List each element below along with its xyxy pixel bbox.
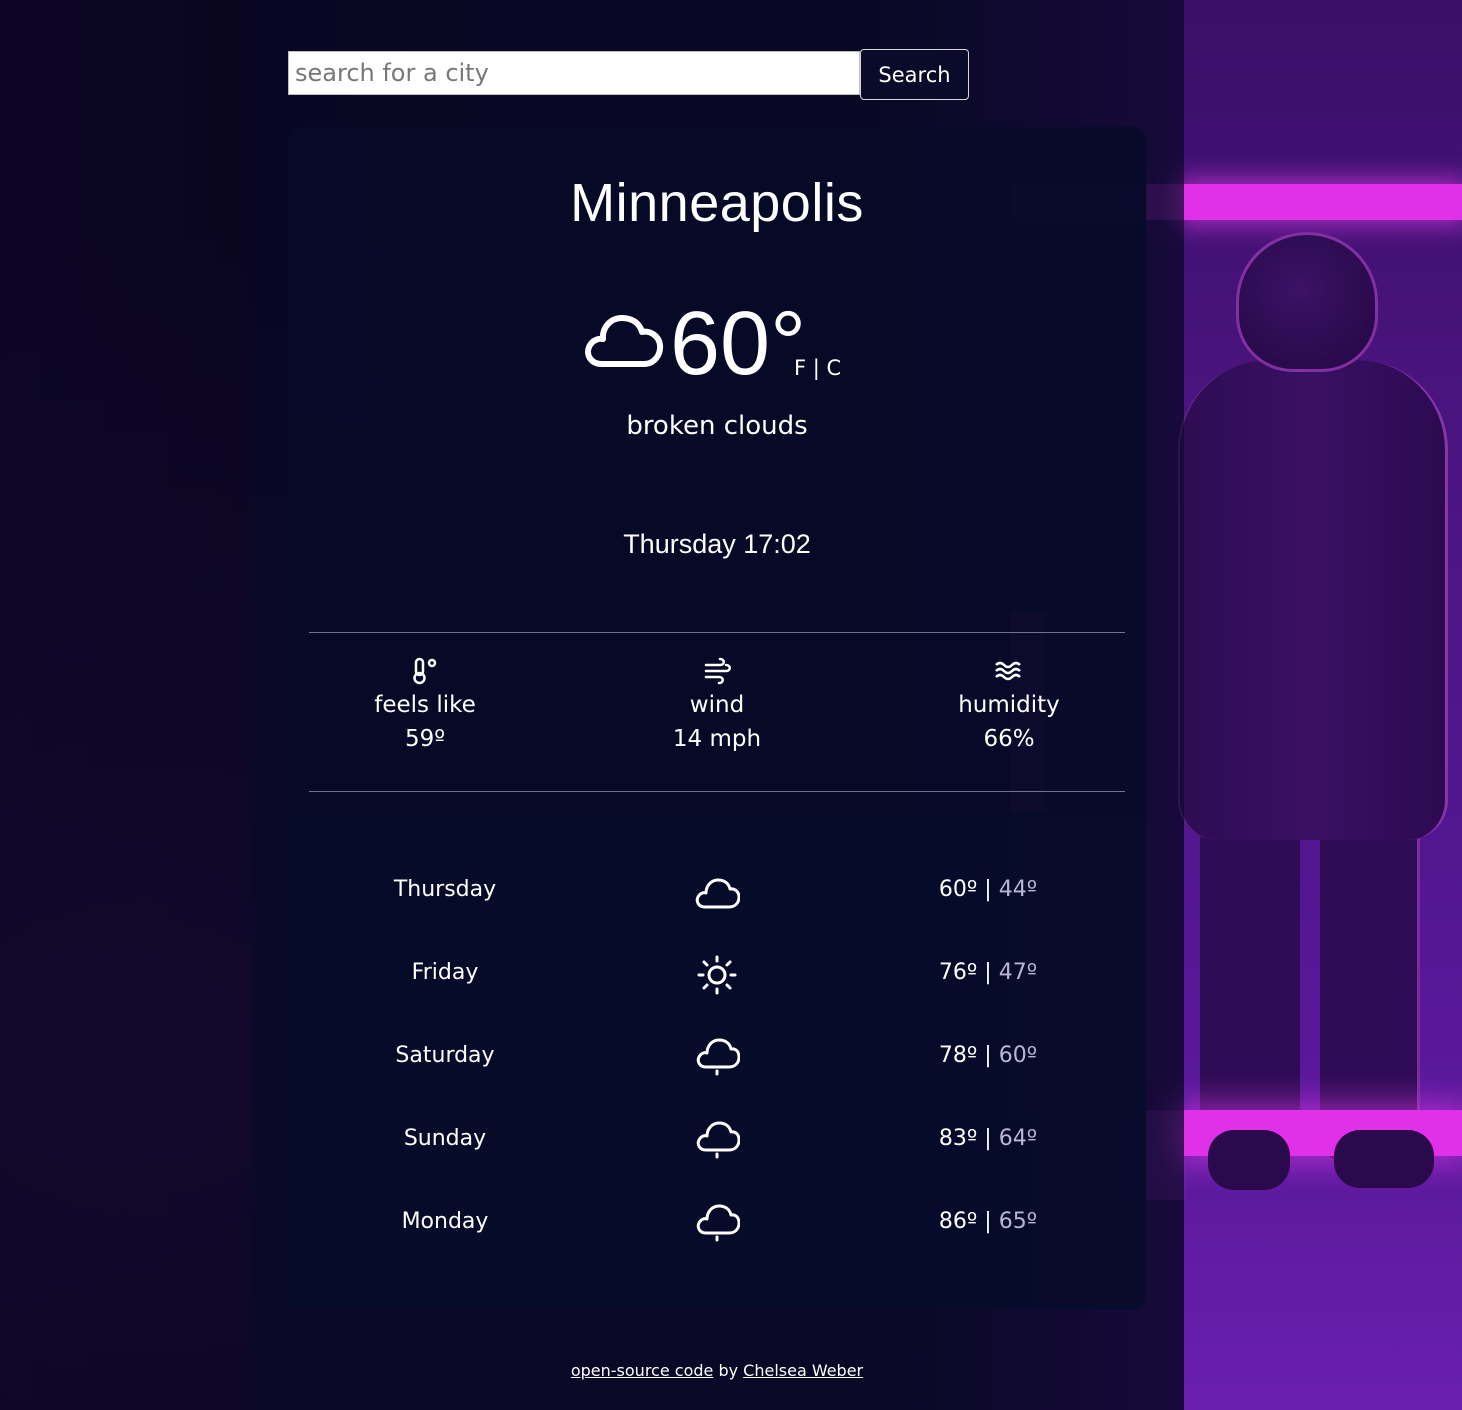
- forecast-temps: 86º | 65º: [888, 1209, 1088, 1234]
- stat-feels-like: feels like 59º: [305, 656, 545, 752]
- forecast-day: Sunday: [403, 1126, 487, 1151]
- forecast-day: Thursday: [393, 877, 497, 902]
- stat-label: humidity: [958, 692, 1060, 718]
- astronaut-leg-right: [1320, 820, 1420, 1160]
- forecast-row: Sunday 83º | 64º: [288, 1112, 1146, 1172]
- author-link[interactable]: Chelsea Weber: [743, 1361, 863, 1380]
- forecast-separator: |: [977, 1209, 999, 1234]
- forecast-day: Saturday: [395, 1043, 495, 1068]
- stat-label: feels like: [374, 692, 476, 718]
- stat-value: 66%: [983, 726, 1035, 752]
- divider-bottom: [309, 791, 1125, 792]
- stat-label: wind: [689, 692, 745, 718]
- forecast-day: Monday: [401, 1209, 489, 1234]
- cloud-icon: [585, 315, 664, 367]
- forecast-row: Thursday 60º | 44º: [288, 863, 1146, 923]
- footer-by-text: by: [713, 1361, 744, 1380]
- forecast-temps: 60º | 44º: [888, 877, 1088, 902]
- cloud-icon: [695, 878, 740, 909]
- forecast-row: Monday 86º | 65º: [288, 1195, 1146, 1255]
- forecast-high: 78º: [938, 1043, 978, 1068]
- astronaut-body: [1178, 360, 1448, 840]
- forecast-temps: 76º | 47º: [888, 960, 1088, 985]
- city-name: Minneapolis: [570, 173, 864, 233]
- forecast-temps: 78º | 60º: [888, 1043, 1088, 1068]
- humidity-waves-icon: [995, 661, 1021, 681]
- divider-top: [309, 632, 1125, 633]
- forecast-day: Friday: [411, 960, 479, 985]
- wind-icon: [704, 657, 731, 685]
- current-temperature: 60°: [670, 294, 807, 394]
- source-code-link[interactable]: open-source code: [571, 1361, 714, 1380]
- forecast-row: Saturday 78º | 60º: [288, 1029, 1146, 1089]
- forecast-low: 64º: [998, 1126, 1038, 1151]
- forecast-high: 83º: [938, 1126, 978, 1151]
- forecast-low: 65º: [998, 1209, 1038, 1234]
- astronaut-leg-left: [1200, 820, 1300, 1160]
- thermometer-icon: [413, 657, 437, 685]
- stat-humidity: humidity 66%: [889, 656, 1129, 752]
- neon-light-top: [1184, 184, 1462, 220]
- forecast-low: 60º: [998, 1043, 1038, 1068]
- forecast-low: 47º: [998, 960, 1038, 985]
- forecast-high: 86º: [938, 1209, 978, 1234]
- celsius-link[interactable]: C: [827, 356, 842, 380]
- forecast-high: 60º: [938, 877, 978, 902]
- astronaut-boot-right: [1334, 1130, 1434, 1188]
- stat-wind: wind 14 mph: [597, 656, 837, 752]
- sun-icon: [697, 955, 737, 995]
- search-button[interactable]: Search: [860, 49, 969, 100]
- fahrenheit-link[interactable]: F: [794, 356, 806, 380]
- unit-toggle: F | C: [794, 356, 841, 380]
- forecast-separator: |: [977, 960, 999, 985]
- forecast-separator: |: [977, 1043, 999, 1068]
- astronaut-helmet: [1236, 232, 1378, 372]
- cloud-drizzle-icon: [696, 1121, 740, 1159]
- forecast-high: 76º: [938, 960, 978, 985]
- current-datetime: Thursday 17:02: [623, 529, 811, 559]
- stat-value: 59º: [404, 726, 446, 752]
- forecast-temps: 83º | 64º: [888, 1126, 1088, 1151]
- city-search-input[interactable]: [288, 51, 860, 95]
- forecast-low: 44º: [998, 877, 1038, 902]
- astronaut-boot-left: [1208, 1130, 1290, 1190]
- cloud-drizzle-icon: [696, 1038, 740, 1076]
- stat-value: 14 mph: [672, 726, 762, 752]
- forecast-separator: |: [977, 1126, 999, 1151]
- unit-separator: |: [812, 356, 820, 380]
- forecast-row: Friday 76º | 47º: [288, 946, 1146, 1006]
- forecast-separator: |: [977, 877, 999, 902]
- cloud-drizzle-icon: [696, 1204, 740, 1242]
- weather-description: broken clouds: [626, 411, 808, 441]
- footer: open-source code by Chelsea Weber: [288, 1361, 1146, 1380]
